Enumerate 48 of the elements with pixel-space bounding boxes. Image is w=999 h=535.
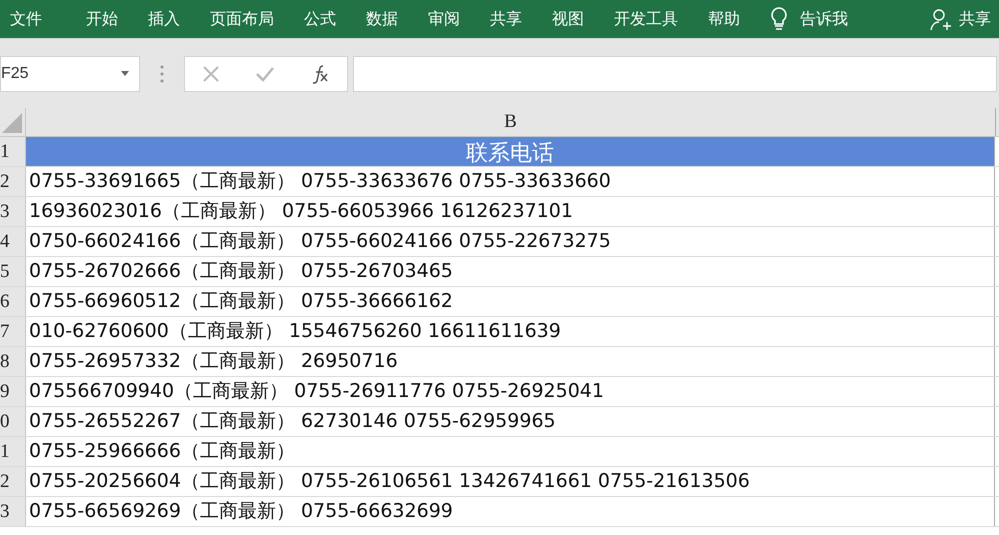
ribbon-tab[interactable]: 审阅 — [398, 0, 460, 38]
table-cell: 0755-25966666（工商最新） — [26, 437, 995, 466]
name-box[interactable]: F25 — [0, 56, 140, 92]
row-header[interactable]: 6 — [0, 287, 26, 316]
ribbon-tab[interactable]: 插入 — [118, 0, 180, 38]
dropdown-caret-icon[interactable] — [121, 71, 129, 76]
row-header[interactable]: 2 — [0, 167, 26, 196]
table-cell: 0755-20256604（工商最新） 0755-26106561 13426741661 0755-21613506 — [26, 467, 995, 496]
row-header[interactable]: 9 — [0, 377, 26, 406]
drag-handle-icon[interactable] — [160, 64, 164, 82]
tell-me-button[interactable]: 告诉我 — [788, 0, 848, 38]
table-cell: 0755-26957332（工商最新） 26950716 — [26, 347, 995, 376]
row-header[interactable]: 8 — [0, 347, 26, 376]
table-cell: 0755-66569269（工商最新） 0755-66632699 — [26, 497, 995, 526]
row-header[interactable]: 0 — [0, 407, 26, 436]
ribbon-tab[interactable]: 公式 — [274, 0, 336, 38]
row-header[interactable]: 3 — [0, 197, 26, 226]
table-cell: 0755-26702666（工商最新） 0755-26703465 — [26, 257, 995, 286]
table-cell: 16936023016（工商最新） 0755-66053966 16126237101 — [26, 197, 995, 226]
row-header[interactable]: 5 — [0, 257, 26, 286]
table-cell: 0750-66024166（工商最新） 0755-66024166 0755-22673275 — [26, 227, 995, 256]
add-person-icon[interactable] — [929, 7, 953, 31]
ribbon-tab[interactable]: 文件 — [0, 0, 56, 38]
lightbulb-icon[interactable] — [770, 7, 788, 31]
table-cell: 010-62760600（工商最新） 15546756260 16611611639 — [26, 317, 995, 346]
header-cell: 联系电话 — [26, 137, 995, 166]
table-cell: 0755-66960512（工商最新） 0755-36666162 — [26, 287, 995, 316]
ribbon-tab[interactable]: 开发工具 — [584, 0, 678, 38]
ribbon-tab[interactable]: 帮助 — [678, 0, 740, 38]
select-all-icon[interactable] — [2, 113, 22, 133]
formula-input[interactable] — [353, 56, 997, 92]
ribbon-tab[interactable]: 页面布局 — [180, 0, 274, 38]
row-header[interactable]: 7 — [0, 317, 26, 346]
cancel-icon[interactable] — [202, 64, 220, 82]
share-button[interactable]: 共享 — [953, 0, 991, 38]
checkmark-icon[interactable] — [254, 66, 275, 82]
row-header[interactable]: 3 — [0, 497, 26, 526]
row-header[interactable]: 1 — [0, 137, 26, 166]
table-cell: 075566709940（工商最新） 0755-26911776 0755-26925041 — [26, 377, 995, 406]
row-header[interactable]: 2 — [0, 467, 26, 496]
row-header[interactable]: 1 — [0, 437, 26, 466]
table-cell: 0755-26552267（工商最新） 62730146 0755-62959965 — [26, 407, 995, 436]
ribbon-tab[interactable]: 数据 — [336, 0, 398, 38]
ribbon-tab[interactable]: 共享 — [460, 0, 522, 38]
row-header[interactable]: 4 — [0, 227, 26, 256]
ribbon-tab[interactable]: 开始 — [56, 0, 118, 38]
table-cell: 0755-33691665（工商最新） 0755-33633676 0755-33633660 — [26, 167, 995, 196]
ribbon-tab[interactable]: 视图 — [522, 0, 584, 38]
